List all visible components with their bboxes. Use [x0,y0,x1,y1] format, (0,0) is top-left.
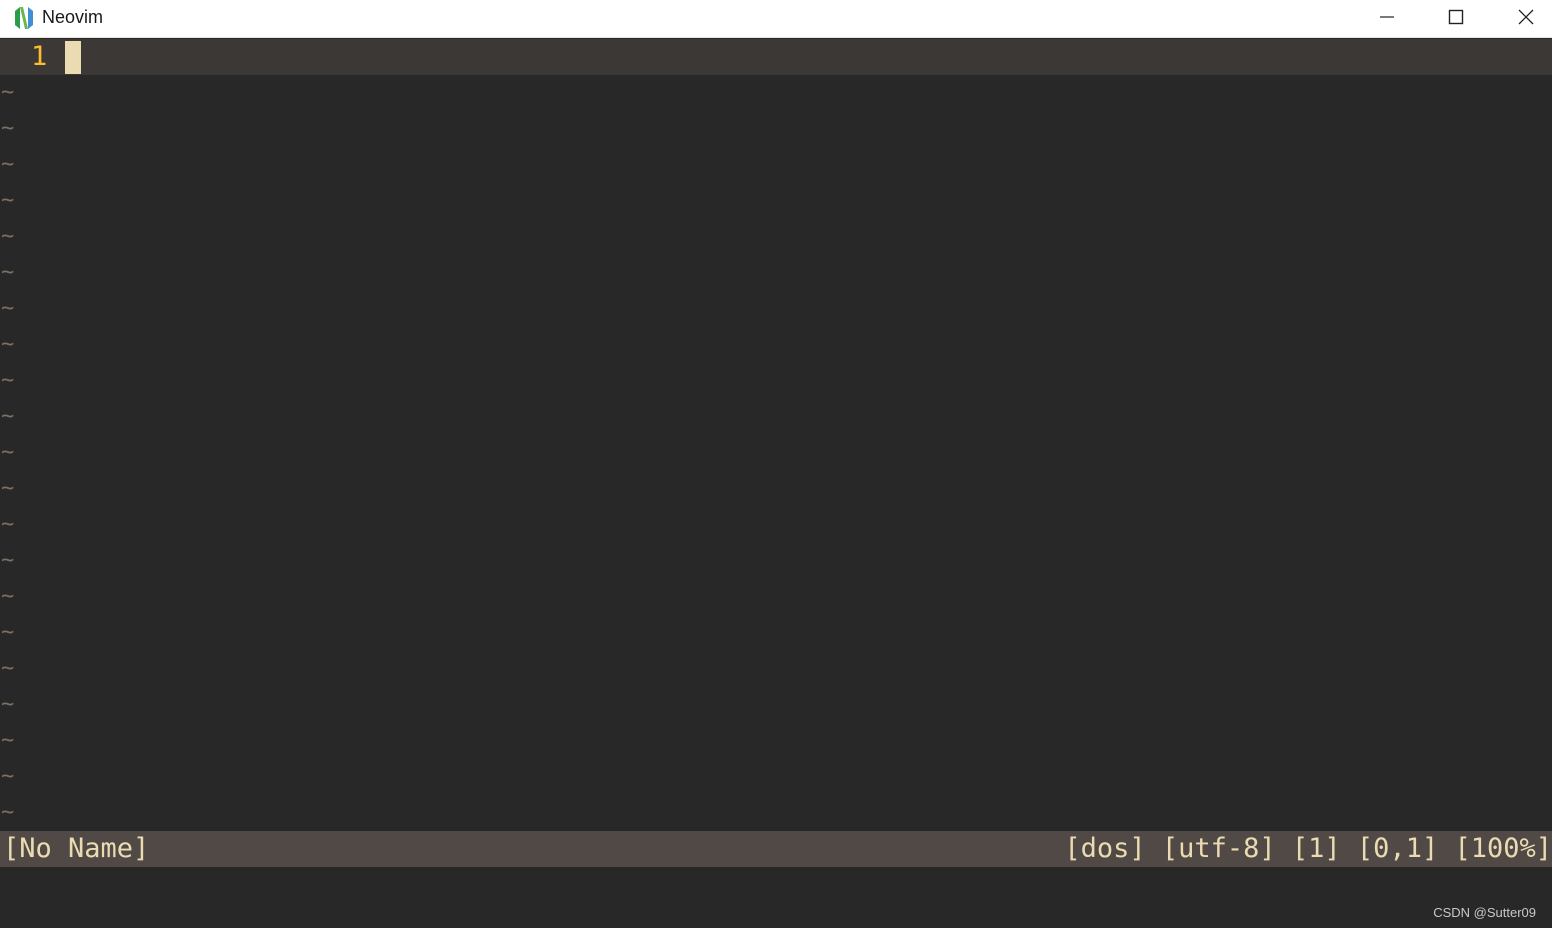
close-icon [1517,8,1535,30]
empty-line-marker: ~ [1,548,15,573]
empty-line-marker: ~ [1,368,15,393]
maximize-icon [1448,9,1464,29]
empty-line-marker: ~ [1,440,15,465]
empty-line-marker: ~ [1,728,15,753]
status-file-info: [dos] [utf-8] [1] [0,1] [100%] [1064,833,1552,864]
empty-line-marker: ~ [1,260,15,285]
empty-line-marker: ~ [1,692,15,717]
minimize-icon [1379,9,1395,29]
status-line: [No Name] [dos] [utf-8] [1] [0,1] [100%] [0,831,1552,867]
text-cursor [65,41,81,74]
cursor-line: 1 [0,39,1552,75]
status-filename: [No Name] [3,833,150,864]
empty-line-marker: ~ [1,656,15,681]
line-number: 1 [31,41,48,72]
empty-line-marker: ~ [1,512,15,537]
window-title: Neovim [42,7,104,27]
empty-line-marker: ~ [1,152,15,177]
editor-buffer[interactable]: 1 ~ ~ ~ ~ ~ ~ ~ ~ ~ ~ ~ ~ ~ ~ ~ ~ ~ ~ ~ ~ ~ [0,39,1552,831]
maximize-button[interactable] [1421,0,1491,38]
empty-line-marker: ~ [1,584,15,609]
empty-line-marker: ~ [1,764,15,789]
close-button[interactable] [1491,0,1552,38]
empty-line-marker: ~ [1,332,15,357]
neovim-logo-icon [12,6,36,30]
empty-line-marker: ~ [1,116,15,141]
empty-line-marker: ~ [1,800,15,825]
empty-line-markers: ~ ~ ~ ~ ~ ~ ~ ~ ~ ~ ~ ~ ~ ~ ~ ~ ~ ~ ~ ~ ~ [0,75,30,831]
watermark: CSDN @Sutter09 [1433,905,1536,920]
minimize-button[interactable] [1352,0,1422,38]
empty-line-marker: ~ [1,476,15,501]
title-bar: Neovim [0,0,1552,38]
command-line[interactable]: CSDN @Sutter09 [0,867,1552,928]
empty-line-marker: ~ [1,620,15,645]
empty-line-marker: ~ [1,296,15,321]
empty-line-marker: ~ [1,80,15,105]
empty-line-marker: ~ [1,404,15,429]
empty-line-marker: ~ [1,188,15,213]
empty-line-marker: ~ [1,224,15,249]
